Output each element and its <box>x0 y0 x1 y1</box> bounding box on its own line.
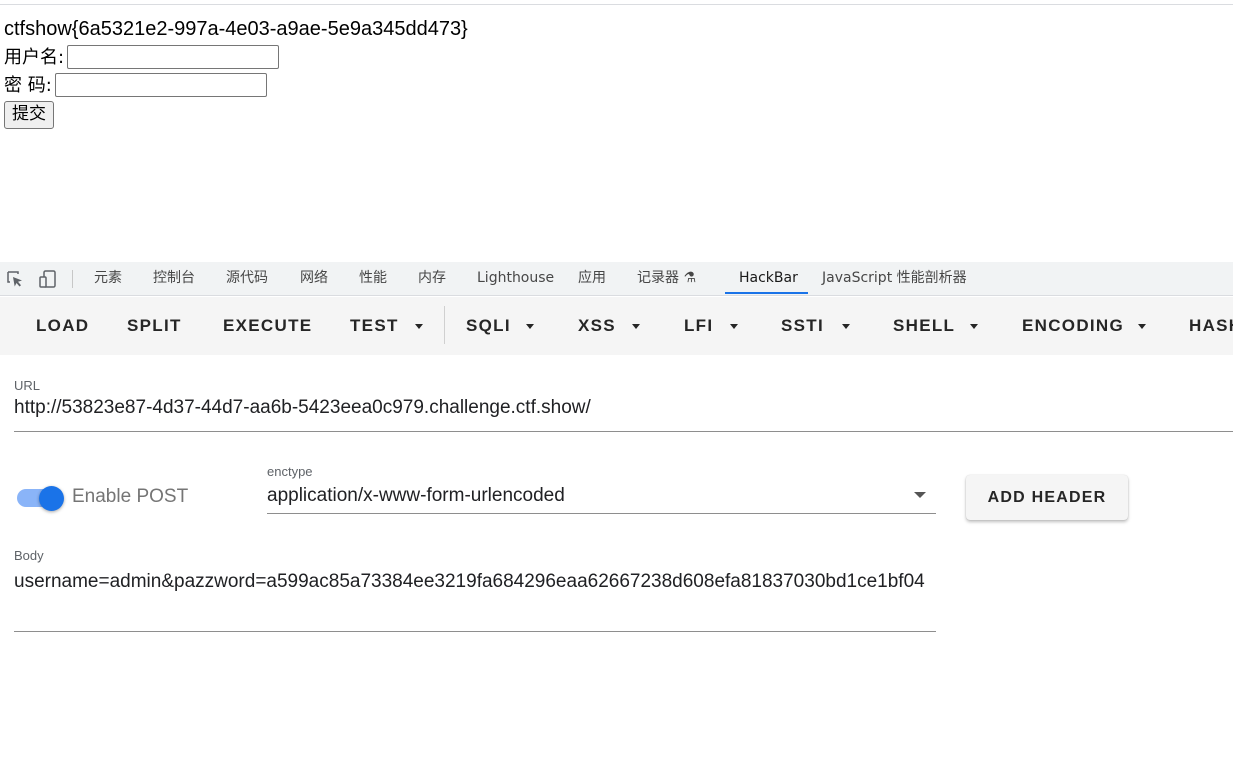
tab-hackbar[interactable]: HackBar <box>739 262 798 295</box>
ssti-chevron-down-icon <box>842 324 850 329</box>
shell-menu-button[interactable]: SHELL <box>893 297 955 355</box>
test-menu-button[interactable]: TEST <box>350 297 399 355</box>
xss-chevron-down-icon <box>632 324 640 329</box>
page-content: ctfshow{6a5321e2-997a-4e03-a9ae-5e9a345d… <box>4 16 468 129</box>
lfi-chevron-down-icon <box>730 324 738 329</box>
sqli-menu-button[interactable]: SQLI <box>466 297 511 355</box>
device-toolbar-icon[interactable] <box>38 269 58 289</box>
tab-elements[interactable]: 元素 <box>94 262 122 295</box>
url-input[interactable]: http://53823e87-4d37-44d7-aa6b-5423eea0c… <box>14 397 591 419</box>
enable-post-label: Enable POST <box>72 486 189 507</box>
enctype-label: enctype <box>267 464 313 479</box>
shell-chevron-down-icon <box>970 324 978 329</box>
tab-js-profiler[interactable]: JavaScript 性能剖析器 <box>822 262 967 295</box>
enable-post-toggle-knob[interactable] <box>39 486 64 511</box>
body-label: Body <box>14 548 44 563</box>
username-input[interactable] <box>67 45 280 69</box>
ssti-menu-button[interactable]: SSTI <box>781 297 824 355</box>
tab-console[interactable]: 控制台 <box>153 262 195 295</box>
top-divider <box>0 4 1233 5</box>
add-header-button[interactable]: ADD HEADER <box>966 475 1128 520</box>
encoding-chevron-down-icon <box>1138 324 1146 329</box>
sqli-chevron-down-icon <box>526 324 534 329</box>
tabbar-separator <box>72 270 73 288</box>
test-chevron-down-icon <box>415 324 423 329</box>
flag-text: ctfshow{6a5321e2-997a-4e03-a9ae-5e9a345d… <box>4 18 468 40</box>
url-label: URL <box>14 378 41 393</box>
body-underline <box>14 631 936 632</box>
tab-lighthouse[interactable]: Lighthouse <box>477 262 554 295</box>
tab-performance[interactable]: 性能 <box>359 262 387 295</box>
xss-menu-button[interactable]: XSS <box>578 297 616 355</box>
username-label: 用户名: <box>4 46 65 68</box>
password-row: 密 码: <box>4 71 468 99</box>
tab-network[interactable]: 网络 <box>300 262 328 295</box>
hackbar-toolbar: LOAD SPLIT EXECUTE TEST SQLI XSS LFI SST… <box>0 297 1233 355</box>
lfi-menu-button[interactable]: LFI <box>684 297 713 355</box>
hash-menu-button[interactable]: HASH <box>1189 297 1233 355</box>
password-label: 密 码: <box>4 74 52 96</box>
devtools-tabbar: 元素 控制台 源代码 网络 性能 内存 Lighthouse 应用 记录器 ⚗ … <box>0 262 1233 296</box>
tab-memory[interactable]: 内存 <box>418 262 446 295</box>
enctype-underline <box>267 513 936 514</box>
username-row: 用户名: <box>4 43 468 71</box>
inspect-element-icon[interactable] <box>5 269 25 289</box>
execute-button[interactable]: EXECUTE <box>223 297 312 355</box>
split-button[interactable]: SPLIT <box>127 297 182 355</box>
tab-sources[interactable]: 源代码 <box>226 262 268 295</box>
encoding-menu-button[interactable]: ENCODING <box>1022 297 1124 355</box>
load-button[interactable]: LOAD <box>36 297 89 355</box>
url-underline <box>14 431 1233 432</box>
tab-recorder[interactable]: 记录器 ⚗ <box>637 262 696 295</box>
submit-button[interactable]: 提交 <box>4 101 54 129</box>
toolbar-separator <box>444 306 445 344</box>
password-input[interactable] <box>54 73 267 97</box>
enctype-dropdown-arrow-icon[interactable] <box>914 492 926 498</box>
active-tab-indicator <box>725 292 808 294</box>
tab-application[interactable]: 应用 <box>578 262 606 295</box>
enctype-select[interactable]: application/x-www-form-urlencoded <box>267 485 565 507</box>
body-textarea[interactable]: username=admin&pazzword=a599ac85a73384ee… <box>14 564 932 599</box>
